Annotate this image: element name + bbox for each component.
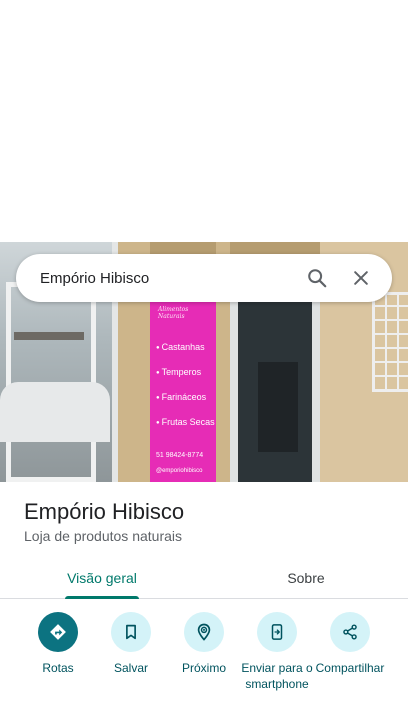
place-category[interactable]: Loja de produtos naturais <box>24 528 182 544</box>
sign-phone: 51 98424-8774 <box>156 452 204 459</box>
nearby-button[interactable]: Próximo <box>164 612 244 676</box>
photo-car-reflection <box>0 382 110 442</box>
action-label: Próximo <box>181 661 226 675</box>
action-label: Enviar para o smartphone <box>241 661 313 691</box>
sign-instagram: @emporiohibisco <box>156 468 203 474</box>
tab-about[interactable]: Sobre <box>204 558 408 598</box>
action-label: Rotas <box>42 661 74 675</box>
sign-item: Farináceos <box>156 392 207 402</box>
sign-item: Frutas Secas <box>156 417 215 427</box>
directions-button[interactable]: Rotas <box>18 612 98 676</box>
nearby-button-circle[interactable] <box>184 612 224 652</box>
nearby-icon <box>197 623 211 641</box>
search-bar[interactable]: Empório Hibisco <box>16 254 392 302</box>
map-area-blank <box>0 0 408 242</box>
active-tab-indicator <box>65 596 139 599</box>
photo-window-grate <box>372 292 408 392</box>
clear-search-button[interactable] <box>344 261 378 295</box>
tab-label: Sobre <box>287 570 325 586</box>
share-icon <box>343 624 357 640</box>
action-buttons: Rotas Salvar Próximo Enviar para o smart… <box>0 612 408 712</box>
directions-icon <box>50 624 66 640</box>
send-to-phone-icon <box>271 624 283 640</box>
sign-item: Castanhas <box>156 342 205 352</box>
action-label: Salvar <box>113 661 148 675</box>
directions-button-circle[interactable] <box>38 612 78 652</box>
bookmark-icon <box>126 624 136 640</box>
place-tabs: Visão geral Sobre <box>0 558 408 599</box>
photo-door-interior <box>258 362 298 452</box>
action-label: Compartilhar <box>315 661 385 675</box>
tab-overview[interactable]: Visão geral <box>0 558 204 599</box>
save-button-circle[interactable] <box>111 612 151 652</box>
place-title: Empório Hibisco <box>24 499 185 524</box>
tab-label: Visão geral <box>67 570 137 586</box>
sign-brand: Alimentos Naturais <box>158 306 189 320</box>
photo-door <box>230 302 320 482</box>
send-to-phone-button-circle[interactable] <box>257 612 297 652</box>
photo-shelf <box>14 332 84 340</box>
share-button[interactable]: Compartilhar <box>310 612 390 676</box>
send-to-phone-button[interactable]: Enviar para o smartphone <box>237 612 317 692</box>
search-icon <box>308 269 327 288</box>
share-button-circle[interactable] <box>330 612 370 652</box>
search-input[interactable]: Empório Hibisco <box>40 270 290 287</box>
save-button[interactable]: Salvar <box>91 612 171 676</box>
close-icon <box>354 271 368 285</box>
store-sign: Alimentos Naturais Castanhas Temperos Fa… <box>150 292 216 482</box>
search-button[interactable] <box>300 261 334 295</box>
sign-item: Temperos <box>156 367 202 377</box>
